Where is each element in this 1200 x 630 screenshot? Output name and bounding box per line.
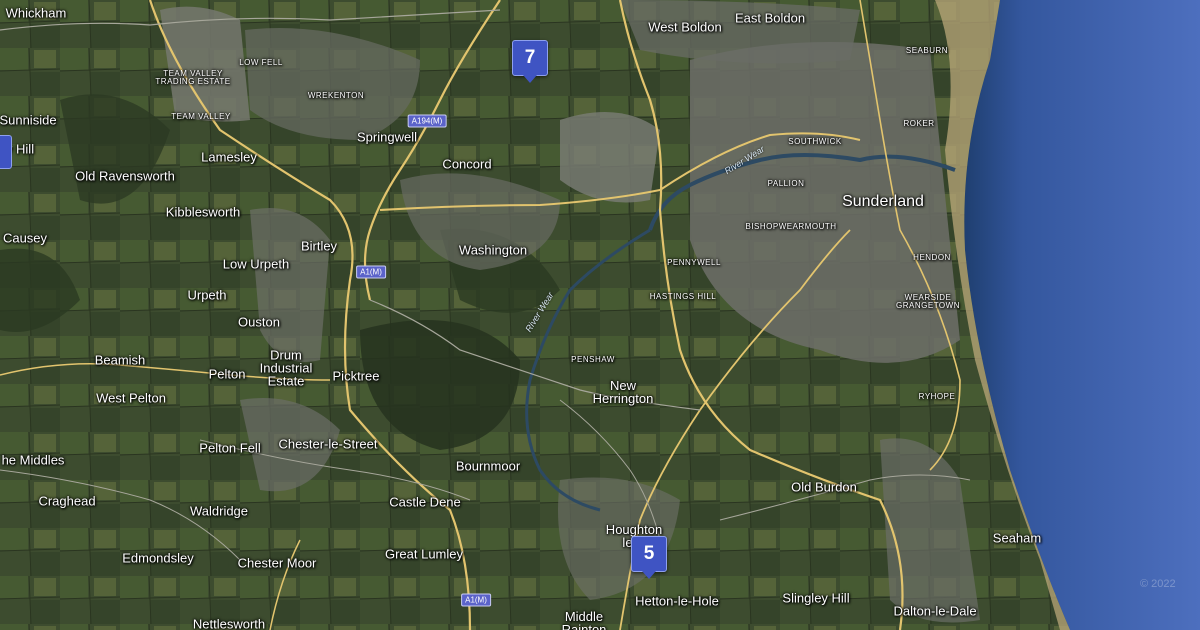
place-label-east-boldon: East Boldon [734, 10, 806, 26]
place-label-bishopwearmouth: BISHOPWEARMOUTH [745, 222, 837, 231]
place-label-middle-rainton: Middle Rainton [561, 609, 607, 630]
place-label-hendon: HENDON [913, 253, 951, 262]
place-label-nettlesworth: Nettlesworth [192, 616, 266, 630]
place-label-low-fell: LOW FELL [239, 58, 283, 67]
place-label-waldridge: Waldridge [189, 503, 249, 519]
place-label-chester-moor: Chester Moor [237, 555, 317, 571]
place-label-new-herrington: New Herrington [592, 378, 654, 406]
place-label-pallion: PALLION [767, 179, 805, 188]
place-label-seaham: Seaham [992, 530, 1042, 546]
map-marker-partial[interactable] [0, 135, 12, 169]
place-label-pelton-fell: Pelton Fell [199, 440, 261, 456]
place-label-old-burdon: Old Burdon [791, 479, 857, 495]
place-label-dalton-le-dale: Dalton-le-Dale [893, 603, 977, 619]
place-label-hetton-le-hole: Hetton-le-Hole [635, 593, 719, 609]
map-marker-7[interactable]: 7 [512, 40, 548, 83]
place-label-sunniside: Sunniside [0, 112, 57, 128]
place-label-birtley: Birtley [300, 238, 338, 254]
place-label-wrekenton: WREKENTON [307, 91, 365, 100]
place-label-seaburn: SEABURN [905, 46, 949, 55]
place-label-team-valley: TEAM VALLEY [171, 112, 231, 121]
road-shield-a194m: A194(M) [407, 114, 447, 128]
place-label-pennywell: PENNYWELL [667, 258, 721, 267]
place-label-west-boldon: West Boldon [648, 19, 722, 35]
place-label-urpeth: Urpeth [187, 287, 227, 303]
place-label-west-pelton: West Pelton [96, 390, 166, 406]
road-shield-a1m-south: A1(M) [461, 593, 491, 607]
place-label-picktree: Picktree [332, 368, 380, 384]
place-label-hastings-hill: HASTINGS HILL [649, 292, 717, 301]
place-label-lamesley: Lamesley [201, 149, 257, 165]
place-label-kibblesworth: Kibblesworth [165, 204, 241, 220]
place-label-pelton: Pelton [208, 366, 246, 382]
place-label-great-lumley: Great Lumley [384, 546, 464, 562]
place-label-team-valley-trading-estate: TEAM VALLEY TRADING ESTATE [155, 69, 231, 86]
place-label-washington: Washington [458, 242, 528, 258]
place-label-old-ravensworth: Old Ravensworth [75, 168, 175, 184]
place-label-whickham: Whickham [5, 5, 67, 21]
place-label-ouston: Ouston [238, 314, 280, 330]
place-label-wearside-grangetown: WEARSIDE GRANGETOWN [896, 293, 960, 310]
place-label-craghead: Craghead [38, 493, 96, 509]
place-label-southwick: SOUTHWICK [788, 137, 842, 146]
place-label-low-urpeth: Low Urpeth [222, 256, 290, 272]
place-label-causey: Causey [2, 230, 48, 246]
satellite-map[interactable]: Whickham Sunniside y Hill Causey he Midd… [0, 0, 1200, 630]
place-label-bournmoor: Bournmoor [455, 458, 521, 474]
place-label-drum-industrial-estate: Drum Industrial Estate [259, 347, 313, 389]
place-label-roker: ROKER [903, 119, 935, 128]
place-label-chester-le-street: Chester-le-Street [278, 436, 378, 452]
place-label-slingley-hill: Slingley Hill [782, 590, 850, 606]
attribution-text: © 2022 [1140, 578, 1176, 590]
place-label-ryhope: RYHOPE [918, 392, 956, 401]
place-label-edmondsley: Edmondsley [122, 550, 194, 566]
road-shield-a1m-north: A1(M) [356, 265, 386, 279]
place-label-concord: Concord [442, 156, 492, 172]
place-label-castle-dene: Castle Dene [389, 494, 461, 510]
place-label-the-middles: he Middles [1, 452, 65, 468]
map-marker-5[interactable]: 5 [631, 536, 667, 579]
place-label-penshaw: PENSHAW [571, 355, 615, 364]
place-label-beamish: Beamish [94, 352, 146, 368]
place-label-sunderland: Sunderland [842, 193, 924, 210]
place-label-springwell: Springwell [357, 129, 417, 145]
